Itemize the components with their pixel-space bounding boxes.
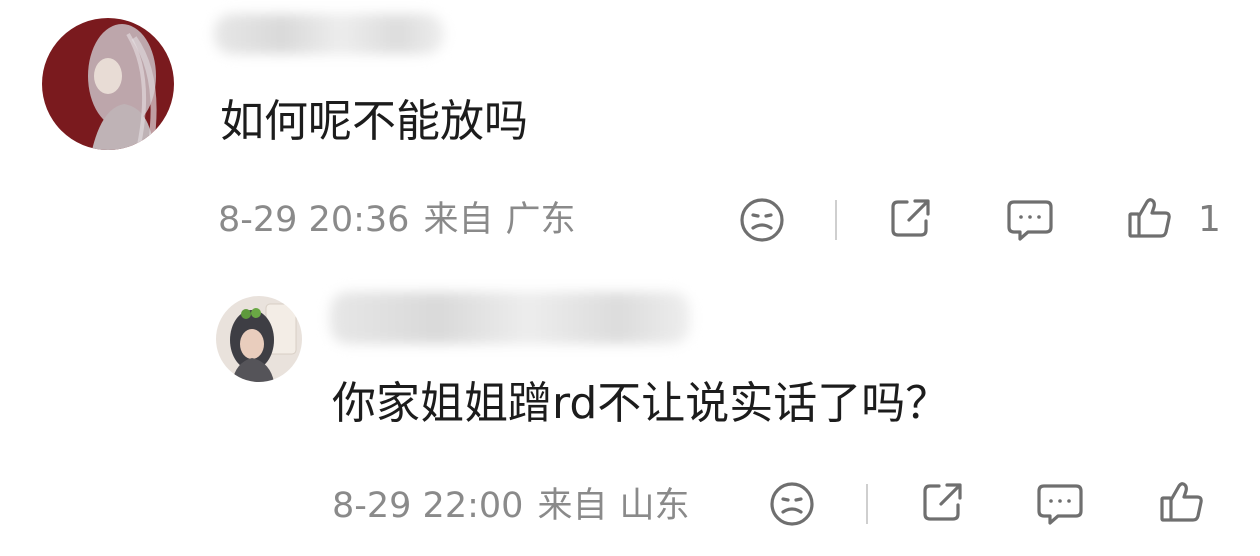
comment-meta: 8-29 20:36 来自 广东 [218, 198, 589, 242]
sad-face-icon[interactable] [766, 478, 818, 530]
reply-time: 8-29 22:00 [332, 486, 524, 526]
action-divider [866, 484, 868, 524]
comment-item: 如何呢不能放吗 8-29 20:36 来自 广东 1 [0, 0, 1260, 260]
thumbs-up-icon[interactable] [1124, 192, 1176, 244]
reply-meta: 8-29 22:00 来自 山东 [332, 484, 703, 528]
username-blurred[interactable] [330, 292, 690, 344]
reply-location: 山东 [619, 486, 690, 526]
comment-location: 广东 [505, 200, 576, 240]
comment-icon[interactable] [1034, 478, 1086, 530]
comment-time: 8-29 20:36 [218, 200, 410, 240]
thumbs-up-icon[interactable] [1156, 476, 1208, 528]
location-prefix: 来自 [537, 486, 608, 526]
reply-text: 你家姐姐蹭rd不让说实话了吗？ [332, 378, 950, 429]
reply-item: 你家姐姐蹭rd不让说实话了吗？ 8-29 22:00 来自 山东 [0, 280, 1260, 556]
comment-text: 如何呢不能放吗 [220, 96, 528, 147]
share-icon[interactable] [884, 192, 936, 244]
like-count: 1 [1198, 199, 1221, 240]
avatar[interactable] [42, 18, 174, 150]
sad-face-icon[interactable] [736, 194, 788, 246]
avatar[interactable] [216, 296, 302, 382]
username-blurred[interactable] [214, 14, 444, 54]
location-prefix: 来自 [423, 200, 494, 240]
comment-icon[interactable] [1004, 194, 1056, 246]
share-icon[interactable] [916, 476, 968, 528]
action-divider [835, 200, 837, 240]
